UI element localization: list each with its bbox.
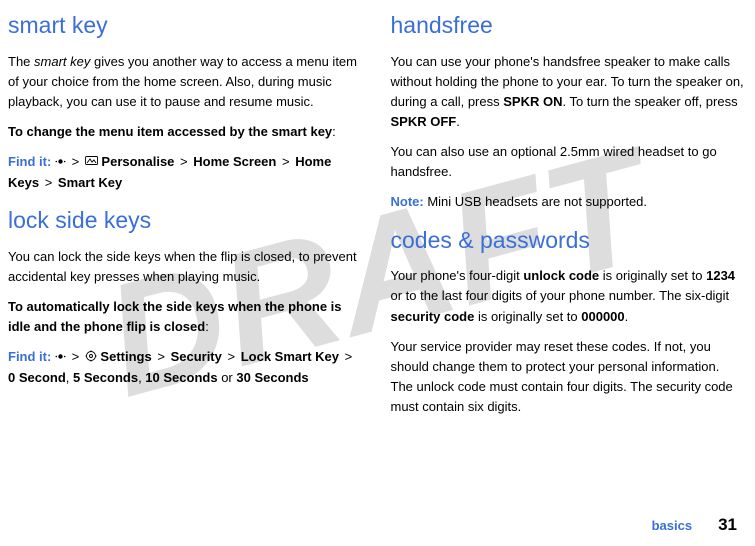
left-column: smart key The smart key gives you anothe…	[8, 6, 363, 427]
text: .	[625, 309, 629, 324]
chevron: >	[343, 349, 355, 364]
settings-gear-icon	[85, 348, 97, 368]
smart-key-findit: Find it: > Personalise > Home Screen > H…	[8, 152, 363, 193]
text: The	[8, 54, 34, 69]
smart-key-intro: The smart key gives you another way to a…	[8, 52, 363, 112]
find-it-label: Find it:	[8, 154, 51, 169]
lock-side-keys-auto: To automatically lock the side keys when…	[8, 297, 363, 337]
menu-security: Security	[171, 349, 222, 364]
text: .	[456, 114, 460, 129]
codes-intro: Your phone's four-digit unlock code is o…	[391, 266, 746, 326]
opt-30-seconds: 30 Seconds	[236, 370, 308, 385]
handsfree-intro: You can use your phone's handsfree speak…	[391, 52, 746, 133]
chevron: >	[226, 349, 238, 364]
heading-smart-key: smart key	[8, 8, 363, 44]
footer-section-label: basics	[652, 518, 692, 533]
page-footer: basics 31	[652, 512, 737, 538]
opt-0-second: 0 Second	[8, 370, 66, 385]
handsfree-headset: You can also use an optional 2.5mm wired…	[391, 142, 746, 182]
nav-key-icon	[55, 153, 66, 173]
heading-handsfree: handsfree	[391, 8, 746, 44]
text: or to the last four digits of your phone…	[391, 288, 730, 303]
chevron: >	[155, 349, 167, 364]
opt-5-seconds: 5 Seconds	[73, 370, 138, 385]
handsfree-note: Note: Mini USB headsets are not supporte…	[391, 192, 746, 212]
smart-key-em: smart key	[34, 54, 90, 69]
text-bold: To change the menu item accessed by the …	[8, 124, 332, 139]
menu-lock-smart-key: Lock Smart Key	[241, 349, 339, 364]
key-spkr-off: SPKR OFF	[391, 114, 457, 129]
right-column: handsfree You can use your phone's hands…	[391, 6, 746, 427]
note-label: Note:	[391, 194, 424, 209]
lock-side-keys-findit: Find it: > Settings > Security > Lock Sm…	[8, 347, 363, 388]
smart-key-change: To change the menu item accessed by the …	[8, 122, 363, 142]
opt-10-seconds: 10 Seconds	[145, 370, 217, 385]
text: is originally set to	[599, 268, 706, 283]
key-spkr-on: SPKR ON	[503, 94, 562, 109]
chevron: >	[70, 154, 82, 169]
chevron: >	[280, 154, 292, 169]
menu-smart-key: Smart Key	[58, 175, 122, 190]
text: is originally set to	[474, 309, 581, 324]
text-bold: To automatically lock the side keys when…	[8, 299, 342, 334]
lock-side-keys-intro: You can lock the side keys when the flip…	[8, 247, 363, 287]
heading-codes-passwords: codes & passwords	[391, 223, 746, 259]
menu-settings: Settings	[100, 349, 151, 364]
two-column-layout: smart key The smart key gives you anothe…	[0, 0, 755, 427]
security-code-default: 000000	[581, 309, 624, 324]
chevron: >	[178, 154, 190, 169]
text: Your phone's four-digit	[391, 268, 524, 283]
nav-key-icon	[55, 348, 66, 368]
text: . To turn the speaker off, press	[562, 94, 737, 109]
find-it-label: Find it:	[8, 349, 51, 364]
heading-lock-side-keys: lock side keys	[8, 203, 363, 239]
or-text: or	[221, 370, 233, 385]
chevron: >	[43, 175, 55, 190]
security-code-label: security code	[391, 309, 475, 324]
chevron: >	[70, 349, 82, 364]
codes-provider: Your service provider may reset these co…	[391, 337, 746, 418]
unlock-code-default: 1234	[706, 268, 735, 283]
menu-home-screen: Home Screen	[193, 154, 276, 169]
page-number: 31	[718, 515, 737, 534]
menu-personalise: Personalise	[101, 154, 174, 169]
personalise-icon	[85, 153, 98, 173]
note-text: Mini USB headsets are not supported.	[424, 194, 647, 209]
unlock-code-label: unlock code	[523, 268, 599, 283]
